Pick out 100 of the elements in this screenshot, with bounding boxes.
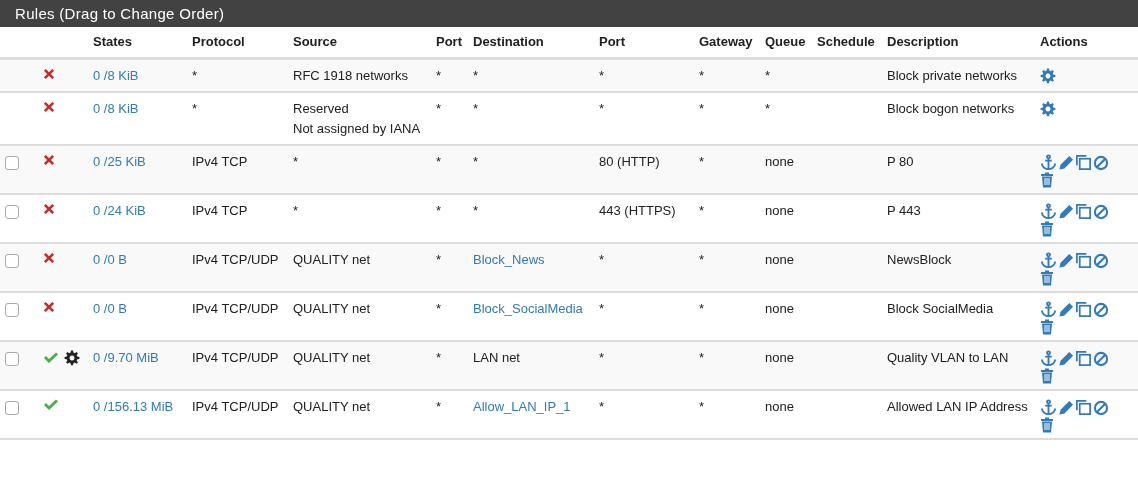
description-text: NewsBlock — [887, 252, 952, 267]
pencil-icon[interactable] — [1058, 399, 1074, 416]
port-text: * — [436, 350, 442, 365]
checkbox[interactable] — [5, 254, 19, 268]
gear-icon[interactable] — [1040, 101, 1056, 117]
gateway-text: * — [699, 101, 705, 116]
disable-icon[interactable] — [1093, 252, 1109, 269]
checkbox[interactable] — [5, 205, 19, 219]
pencil-icon[interactable] — [1058, 252, 1074, 269]
column-header: Destination — [473, 34, 544, 49]
trash-icon[interactable] — [1040, 368, 1054, 384]
trash-icon[interactable] — [1040, 270, 1054, 286]
source-text: QUALITY net — [293, 252, 371, 267]
queue-text: none — [765, 154, 794, 169]
destination-text: * — [473, 154, 479, 169]
column-header: Gateway — [699, 34, 753, 49]
column-header: Protocol — [192, 34, 245, 49]
port-text: * — [599, 252, 605, 267]
gear-icon[interactable] — [1040, 68, 1056, 84]
column-header: Port — [436, 34, 462, 49]
description-text: Block private networks — [887, 68, 1018, 83]
copy-icon[interactable] — [1075, 350, 1092, 367]
destination-text: * — [473, 203, 479, 218]
gateway-text: * — [699, 301, 705, 316]
pencil-icon[interactable] — [1058, 301, 1074, 318]
checkbox[interactable] — [5, 352, 19, 366]
description-text: P 443 — [887, 203, 921, 218]
column-header: States — [93, 34, 133, 49]
queue-text: none — [765, 350, 794, 365]
states-link[interactable]: 0 /8 KiB — [93, 101, 139, 116]
port-text: * — [436, 399, 442, 414]
anchor-icon[interactable] — [1040, 350, 1057, 367]
gateway-text: * — [699, 399, 705, 414]
copy-icon[interactable] — [1075, 252, 1092, 269]
protocol-text: IPv4 TCP/UDP — [192, 252, 279, 267]
protocol-text: IPv4 TCP — [192, 203, 248, 218]
trash-icon[interactable] — [1040, 221, 1054, 237]
copy-icon[interactable] — [1075, 154, 1092, 171]
port-text: * — [599, 350, 605, 365]
anchor-icon[interactable] — [1040, 203, 1057, 220]
source-text: QUALITY net — [293, 399, 371, 414]
anchor-icon[interactable] — [1040, 301, 1057, 318]
anchor-icon[interactable] — [1040, 154, 1057, 171]
gateway-text: * — [699, 350, 705, 365]
destination-text: LAN net — [473, 350, 520, 365]
source-text: Reserved Not assigned by IANA — [293, 101, 421, 136]
gateway-text: * — [699, 252, 705, 267]
port-text: * — [436, 68, 442, 83]
copy-icon[interactable] — [1075, 399, 1092, 416]
states-link[interactable]: 0 /24 KiB — [93, 203, 146, 218]
alias-link[interactable]: Block_SocialMedia — [473, 299, 583, 319]
pencil-icon[interactable] — [1058, 350, 1074, 367]
pencil-icon[interactable] — [1058, 203, 1074, 220]
port-text: * — [599, 101, 605, 116]
states-link[interactable]: 0 /156.13 MiB — [93, 399, 174, 414]
protocol-text: * — [192, 68, 198, 83]
port-text: * — [436, 203, 442, 218]
states-link[interactable]: 0 /0 B — [93, 301, 127, 316]
port-text: * — [436, 301, 442, 316]
port-text: * — [436, 252, 442, 267]
queue-text: * — [765, 68, 771, 83]
checkbox[interactable] — [5, 156, 19, 170]
protocol-text: IPv4 TCP/UDP — [192, 350, 279, 365]
states-link[interactable]: 0 /25 KiB — [93, 154, 146, 169]
checkbox[interactable] — [5, 303, 19, 317]
disable-icon[interactable] — [1093, 203, 1109, 220]
trash-icon[interactable] — [1040, 172, 1054, 188]
protocol-text: IPv4 TCP/UDP — [192, 399, 279, 414]
copy-icon[interactable] — [1075, 301, 1092, 318]
description-text: Allowed LAN IP Address — [887, 399, 1028, 414]
copy-icon[interactable] — [1075, 203, 1092, 220]
protocol-text: * — [192, 101, 198, 116]
queue-text: none — [765, 203, 794, 218]
anchor-icon[interactable] — [1040, 252, 1057, 269]
gateway-text: * — [699, 68, 705, 83]
disable-icon[interactable] — [1093, 301, 1109, 318]
disable-icon[interactable] — [1093, 350, 1109, 367]
port-text: * — [599, 399, 605, 414]
description-text: Block SocialMedia — [887, 301, 994, 316]
trash-icon[interactable] — [1040, 319, 1054, 335]
pencil-icon[interactable] — [1058, 154, 1074, 171]
queue-text: none — [765, 301, 794, 316]
gateway-text: * — [699, 154, 705, 169]
column-header: Source — [293, 34, 338, 49]
port-text: * — [599, 301, 605, 316]
column-header: Port — [599, 34, 625, 49]
states-link[interactable]: 0 /0 B — [93, 252, 127, 267]
anchor-icon[interactable] — [1040, 399, 1057, 416]
alias-link[interactable]: Allow_LAN_IP_1 — [473, 397, 571, 417]
source-text: RFC 1918 networks — [293, 68, 408, 83]
panel-title: Rules (Drag to Change Order) — [0, 0, 1138, 27]
disable-icon[interactable] — [1093, 154, 1109, 171]
queue-text: none — [765, 399, 794, 414]
queue-text: none — [765, 252, 794, 267]
column-header: Queue — [765, 34, 806, 49]
destination-text: * — [473, 68, 479, 83]
trash-icon[interactable] — [1040, 417, 1054, 433]
source-text: * — [293, 203, 299, 218]
checkbox[interactable] — [5, 401, 19, 415]
disable-icon[interactable] — [1093, 399, 1109, 416]
